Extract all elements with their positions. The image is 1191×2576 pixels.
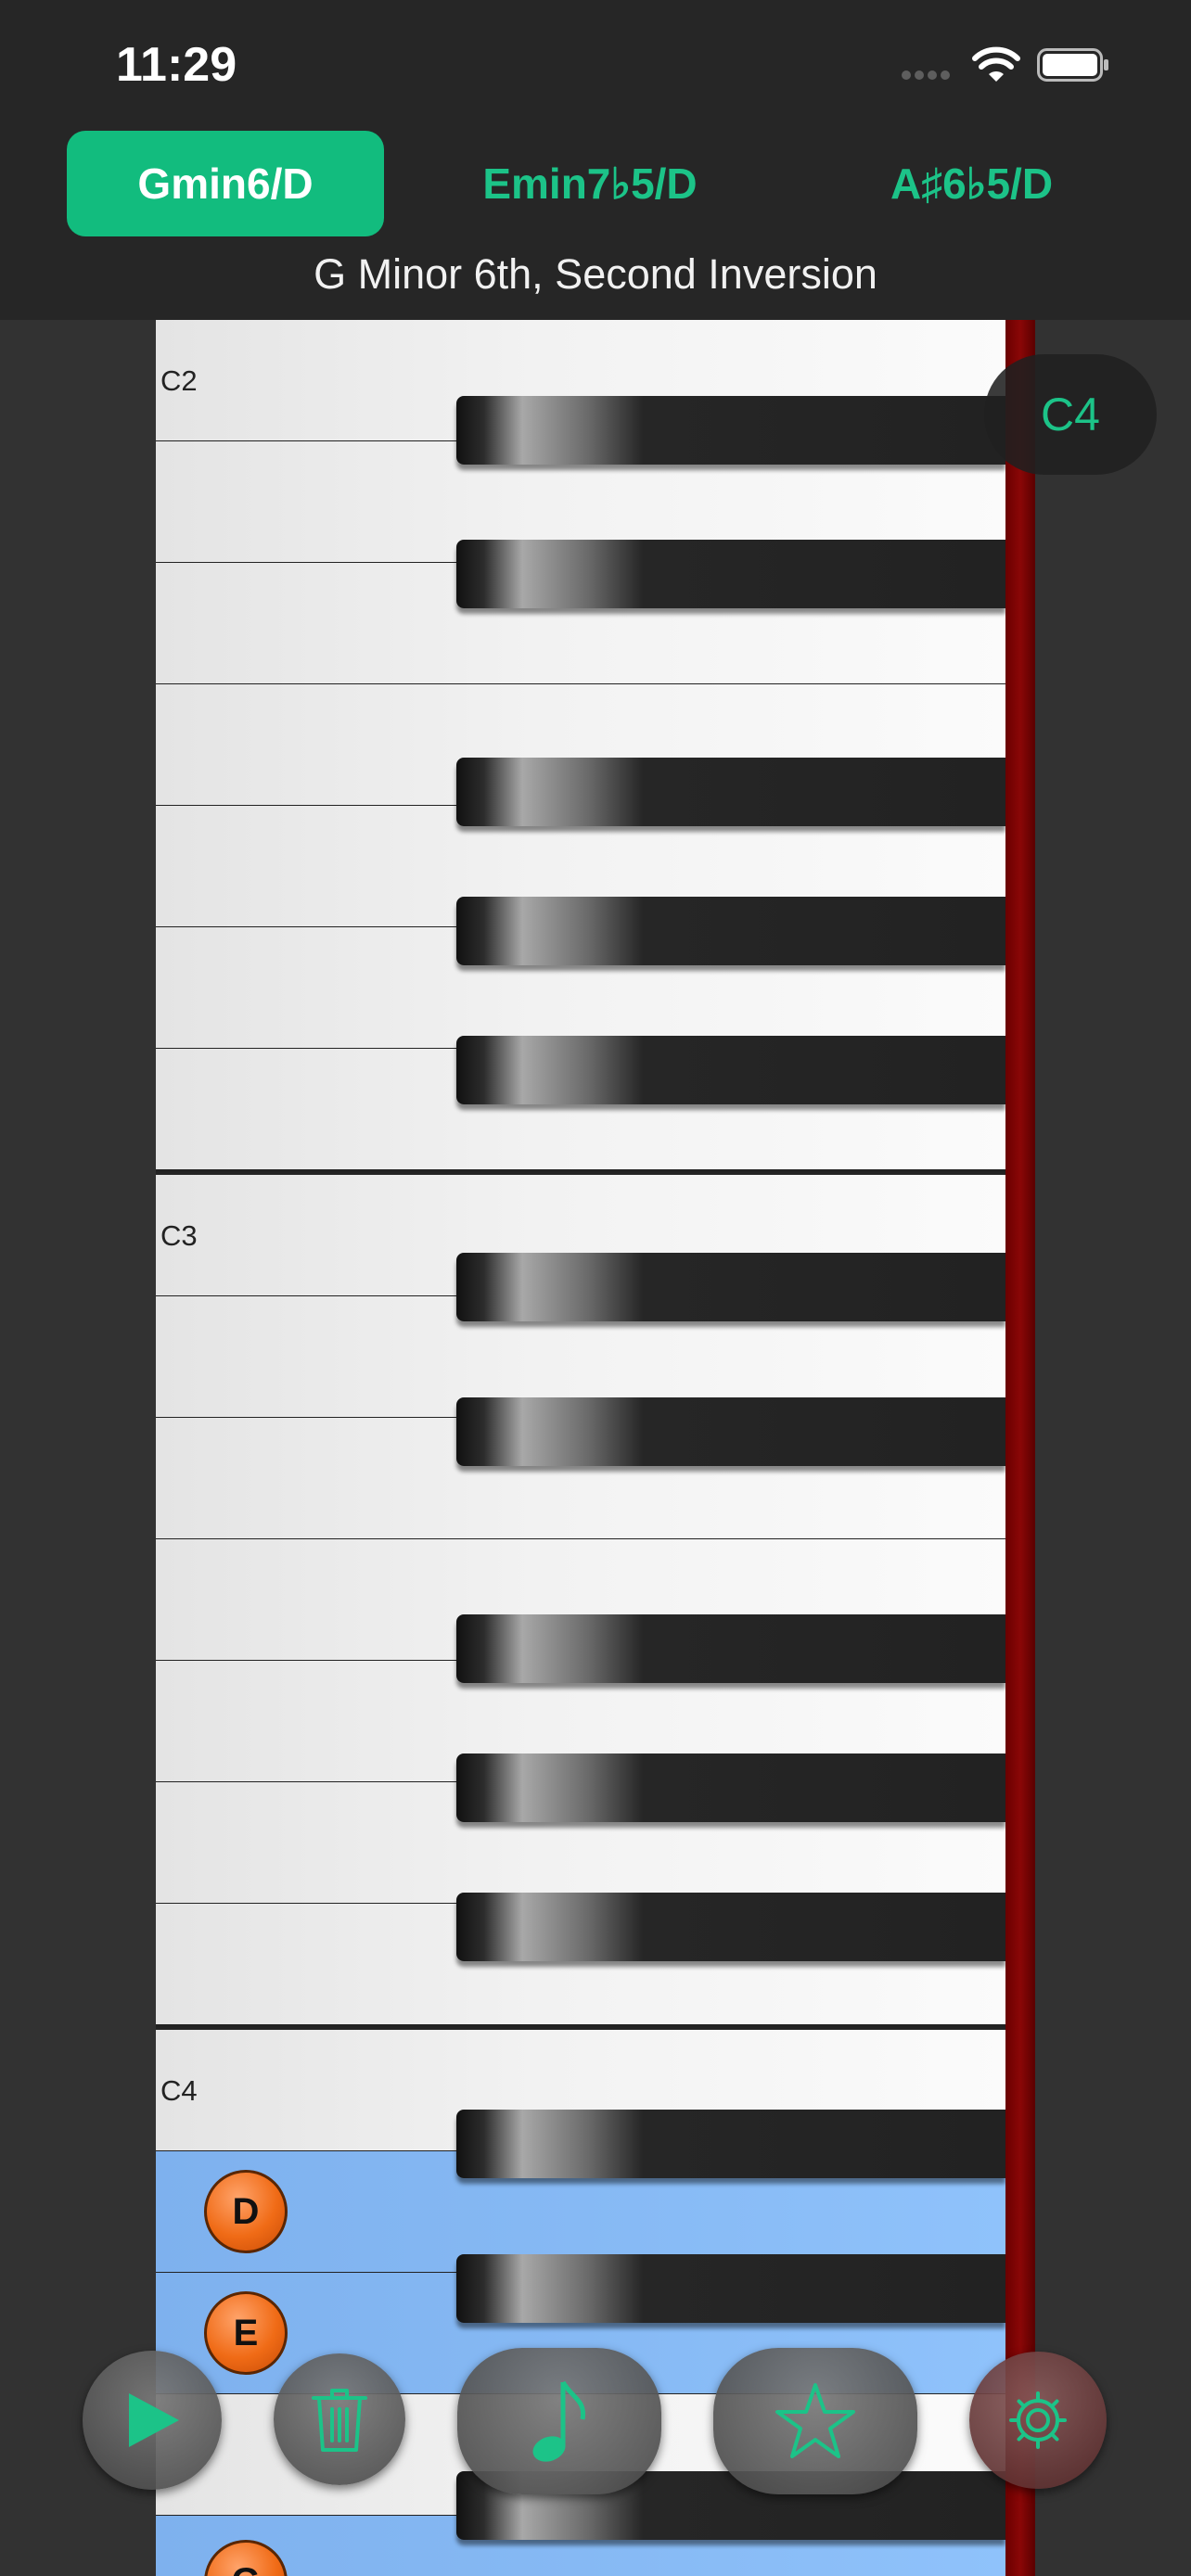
chord-tab-asharp6b5-d[interactable]: A♯6♭5/D <box>807 131 1136 236</box>
chord-full-name: G Minor 6th, Second Inversion <box>314 250 877 298</box>
octave-label-c4: C4 <box>160 2074 198 2107</box>
header: 11:29 Gmin6/D Emin7♭5/D A♯6♭5/D G Minor … <box>0 0 1191 320</box>
black-key[interactable] <box>456 2254 1005 2323</box>
music-note-icon <box>532 2380 586 2462</box>
chord-tab-gmin6-d[interactable]: Gmin6/D <box>67 131 384 236</box>
gear-icon <box>1009 2391 1067 2449</box>
play-icon <box>129 2393 179 2447</box>
battery-icon <box>1037 48 1108 82</box>
black-key[interactable] <box>456 1253 1005 1321</box>
cellular-signal-icon <box>902 70 957 83</box>
black-key[interactable] <box>456 1036 1005 1104</box>
black-key[interactable] <box>456 1614 1005 1683</box>
note-badge-d: D <box>204 2170 288 2253</box>
play-button[interactable] <box>83 2351 222 2490</box>
clear-button[interactable] <box>274 2353 405 2485</box>
keyboard-edge-rail <box>1005 320 1035 2576</box>
piano-keyboard[interactable]: C2 C3 C4 D E G <box>156 320 1005 2576</box>
black-key[interactable] <box>456 758 1005 826</box>
settings-button[interactable] <box>969 2352 1107 2489</box>
black-key[interactable] <box>456 1397 1005 1466</box>
octave-label-c2: C2 <box>160 364 198 397</box>
note-badge-e: E <box>204 2291 288 2375</box>
octave-label-c3: C3 <box>160 1219 198 1252</box>
trash-icon <box>312 2389 367 2452</box>
note-badge-g: G <box>204 2540 288 2576</box>
octave-indicator[interactable]: C4 <box>984 354 1157 475</box>
black-key[interactable] <box>456 540 1005 608</box>
chord-tab-emin7b5-d[interactable]: Emin7♭5/D <box>422 131 758 236</box>
status-time: 11:29 <box>116 38 237 92</box>
black-key[interactable] <box>456 2110 1005 2178</box>
black-key[interactable] <box>456 1893 1005 1961</box>
black-key[interactable] <box>456 1753 1005 1822</box>
black-key[interactable] <box>456 897 1005 965</box>
wifi-icon <box>972 46 1020 82</box>
black-key[interactable] <box>456 396 1005 465</box>
star-icon <box>775 2383 855 2458</box>
notes-button[interactable] <box>457 2348 661 2494</box>
favorites-button[interactable] <box>713 2348 917 2494</box>
